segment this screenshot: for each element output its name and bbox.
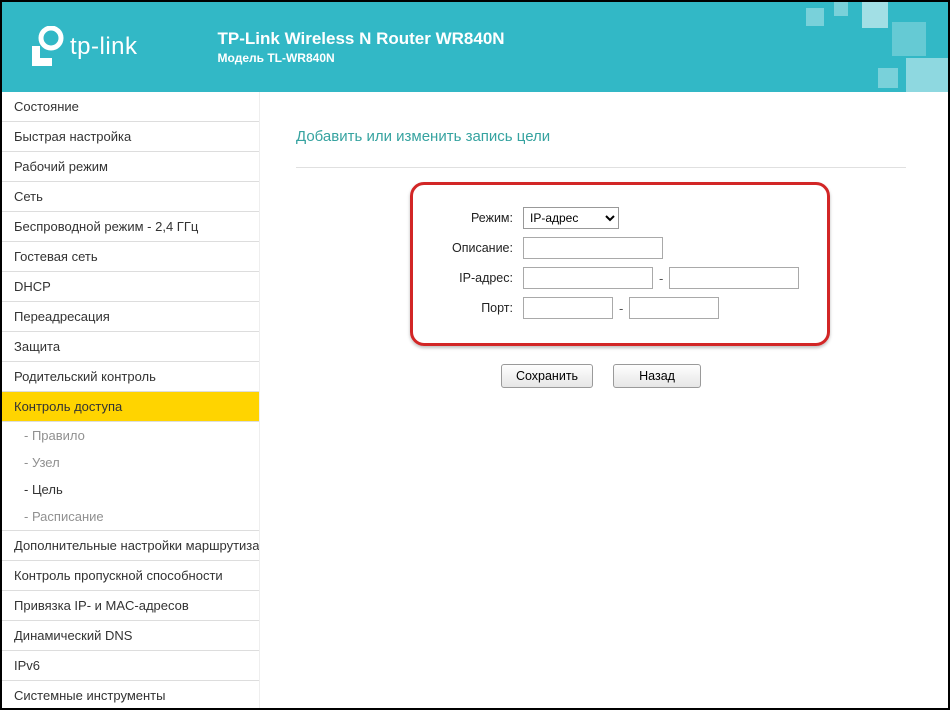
sidebar-item-10[interactable]: Контроль доступа xyxy=(2,392,259,422)
port-to-input[interactable] xyxy=(629,297,719,319)
action-buttons: Сохранить Назад xyxy=(296,364,906,388)
header-titles: TP-Link Wireless N Router WR840N Модель … xyxy=(218,29,505,65)
label-description: Описание: xyxy=(433,241,523,255)
label-port: Порт: xyxy=(433,301,523,315)
ip-from-input[interactable] xyxy=(523,267,653,289)
back-button[interactable]: Назад xyxy=(613,364,701,388)
sidebar-item-12[interactable]: Контроль пропускной способности xyxy=(2,561,259,591)
mode-select[interactable]: IP-адрес xyxy=(523,207,619,229)
sidebar-item-3[interactable]: Сеть xyxy=(2,182,259,212)
sidebar-item-8[interactable]: Защита xyxy=(2,332,259,362)
sidebar-subitem-10-1[interactable]: - Узел xyxy=(2,449,259,476)
row-mode: Режим: IP-адрес xyxy=(433,207,807,229)
row-ip: IP-адрес: - xyxy=(433,267,807,289)
product-model: Модель TL-WR840N xyxy=(218,51,505,65)
label-mode: Режим: xyxy=(433,211,523,225)
sidebar-item-16[interactable]: Системные инструменты xyxy=(2,681,259,708)
product-title: TP-Link Wireless N Router WR840N xyxy=(218,29,505,49)
row-description: Описание: xyxy=(433,237,807,259)
sidebar-subitem-10-3[interactable]: - Расписание xyxy=(2,503,259,530)
brand-logo: tp-link xyxy=(30,26,138,68)
sidebar-item-13[interactable]: Привязка IP- и MAC-адресов xyxy=(2,591,259,621)
page-title: Добавить или изменить запись цели xyxy=(296,128,906,145)
main-content: Добавить или изменить запись цели Режим:… xyxy=(260,92,948,708)
brand-text: tp-link xyxy=(70,33,138,61)
sidebar-subitem-10-0[interactable]: - Правило xyxy=(2,422,259,449)
sidebar-item-0[interactable]: Состояние xyxy=(2,92,259,122)
port-from-input[interactable] xyxy=(523,297,613,319)
sidebar-item-11[interactable]: Дополнительные настройки маршрутизации xyxy=(2,531,259,561)
sidebar-item-6[interactable]: DHCP xyxy=(2,272,259,302)
sidebar: СостояниеБыстрая настройкаРабочий режимС… xyxy=(2,92,260,708)
label-ip: IP-адрес: xyxy=(433,271,523,285)
header-decoration xyxy=(728,2,948,92)
sidebar-item-4[interactable]: Беспроводной режим - 2,4 ГГц xyxy=(2,212,259,242)
sidebar-item-14[interactable]: Динамический DNS xyxy=(2,621,259,651)
sidebar-item-15[interactable]: IPv6 xyxy=(2,651,259,681)
sidebar-item-7[interactable]: Переадресация xyxy=(2,302,259,332)
save-button[interactable]: Сохранить xyxy=(501,364,593,388)
sidebar-item-9[interactable]: Родительский контроль xyxy=(2,362,259,392)
app-header: tp-link TP-Link Wireless N Router WR840N… xyxy=(2,2,948,92)
tplink-logo-icon xyxy=(30,26,64,68)
ip-to-input[interactable] xyxy=(669,267,799,289)
sidebar-item-1[interactable]: Быстрая настройка xyxy=(2,122,259,152)
divider xyxy=(296,167,906,168)
description-input[interactable] xyxy=(523,237,663,259)
sidebar-item-5[interactable]: Гостевая сеть xyxy=(2,242,259,272)
row-port: Порт: - xyxy=(433,297,807,319)
port-range-dash: - xyxy=(617,301,625,316)
target-form-callout: Режим: IP-адрес Описание: IP-адрес: - xyxy=(410,182,830,346)
ip-range-dash: - xyxy=(657,271,665,286)
sidebar-subitem-10-2[interactable]: - Цель xyxy=(2,476,259,503)
sidebar-item-2[interactable]: Рабочий режим xyxy=(2,152,259,182)
